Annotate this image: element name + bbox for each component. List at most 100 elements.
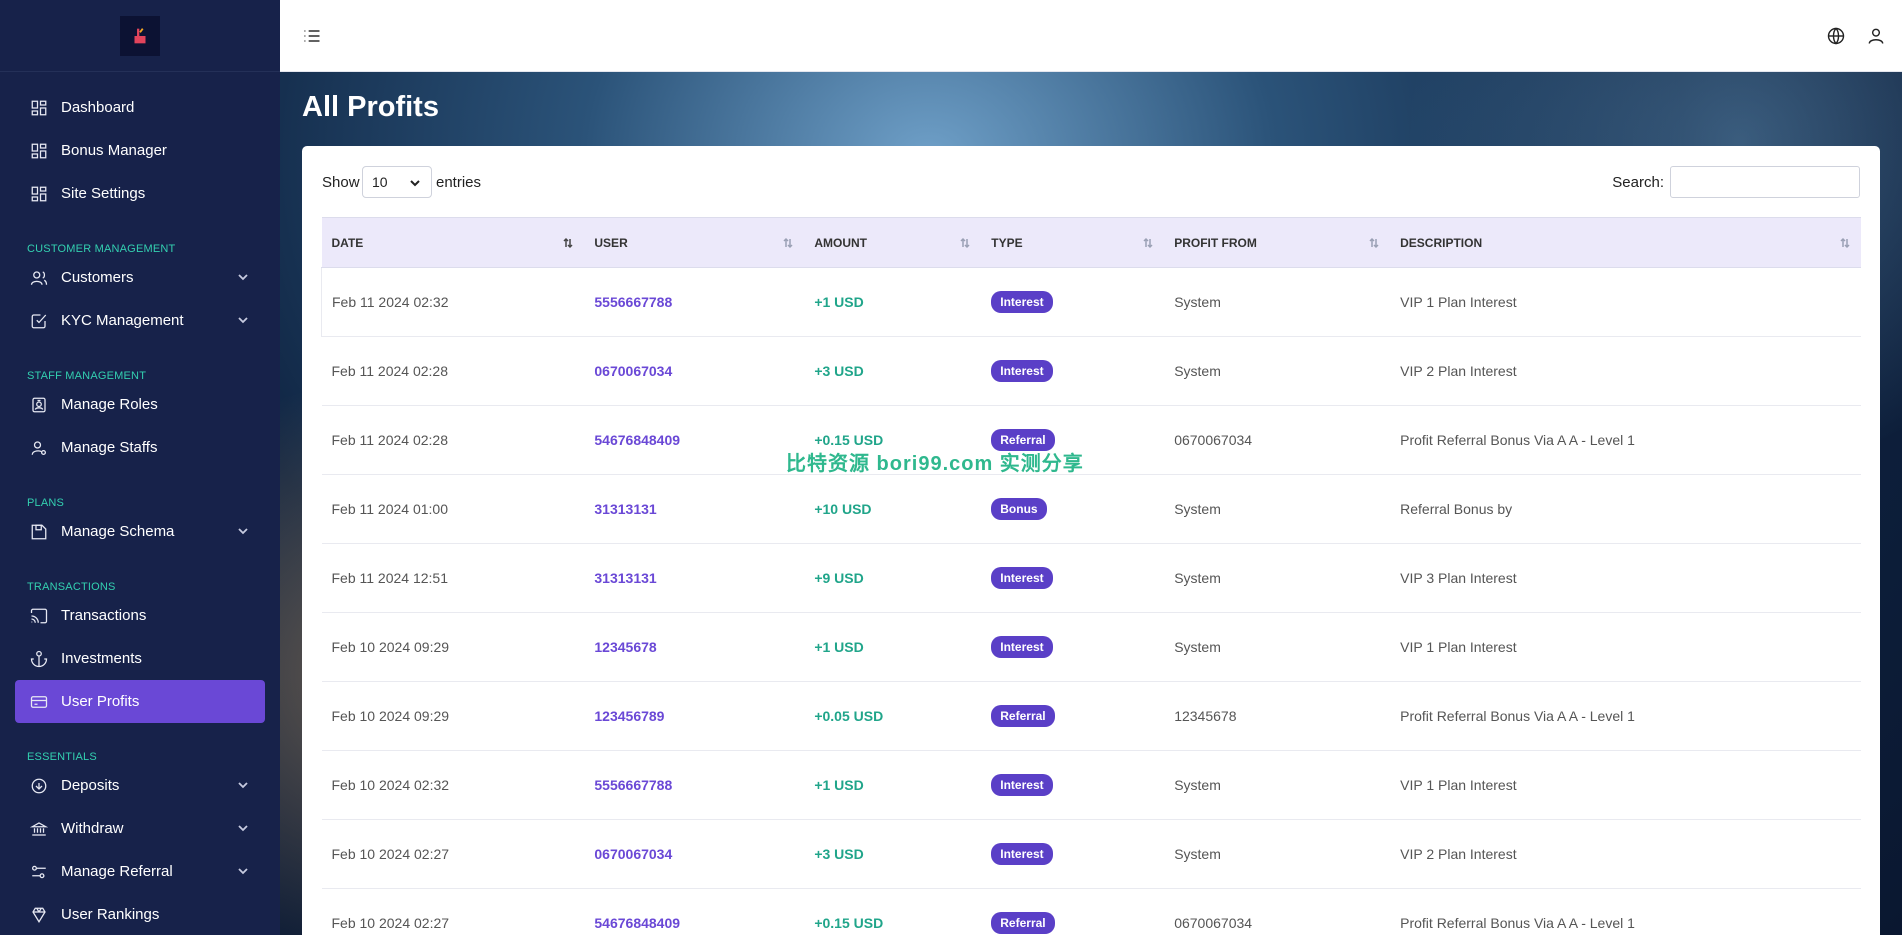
amount-cell: +10 USD [814,501,872,517]
type-badge: Interest [991,636,1053,658]
sidebar-item-label: Dashboard [61,99,135,116]
user-link[interactable]: 31313131 [584,475,804,544]
entries-select[interactable]: 10 [362,166,432,198]
award-icon-svg [32,907,46,923]
profile-button[interactable] [1866,26,1886,46]
type-badge: Interest [991,567,1053,589]
checkbox-icon-svg [31,313,47,328]
description-cell: VIP 1 Plan Interest [1400,294,1517,310]
user-link[interactable]: 31313131 [584,544,804,613]
user-link[interactable]: 12345678 [584,613,804,682]
sidebar-item-manage-referral[interactable]: Manage Referral [0,850,280,893]
sidebar-item-manage-roles[interactable]: Manage Roles [0,383,280,426]
sort-arrows-icon[interactable] [1142,237,1154,249]
dashboard-icon [30,185,48,203]
sidebar-item-transactions[interactable]: Transactions [0,594,280,637]
date-cell: Feb 11 2024 01:00 [331,501,449,517]
sidebar-item-investments[interactable]: Investments [0,637,280,680]
table-row: Feb 10 2024 02:27 54676848409 +0.15 USD Ref… [322,889,1862,935]
column-header-label: DATE [331,235,364,250]
table-row: Feb 11 2024 12:51 31313131 +9 USD Interest S… [321,544,1861,613]
dashboard-icon [30,142,48,160]
chevron-down-icon[interactable] [236,864,250,878]
logo[interactable] [120,15,160,56]
menu-toggle-button[interactable] [302,26,322,46]
users-icon-svg [30,270,48,285]
sidebar-item-label: Manage Referral [61,863,173,880]
type-badge: Bonus [991,498,1047,520]
column-header-profit-from[interactable]: PROFIT FROM [1164,217,1391,268]
sidebar-item-kyc-management[interactable]: KYC Management [0,299,280,342]
sidebar-item-manage-schema[interactable]: Manage Schema [0,510,280,553]
chevron-down-icon[interactable] [236,524,250,538]
user-link[interactable]: 123456789 [584,682,804,751]
list-menu-icon [304,30,320,42]
amount-cell: +3 USD [814,363,864,379]
anchor-icon-svg [30,650,48,667]
column-header-date[interactable]: DATE [321,217,585,268]
type-badge: Interest [991,360,1053,382]
type-cell: Interest [981,268,1164,337]
date-cell: Feb 10 2024 02:27 [331,915,450,931]
description-cell: VIP 1 Plan Interest [1400,777,1517,793]
column-header-type[interactable]: TYPE [981,217,1165,268]
id-badge-icon-svg [32,397,46,412]
search-input[interactable] [1670,166,1860,198]
sidebar-item-label: Withdraw [61,820,124,837]
user-link[interactable]: 0670067034 [584,337,804,406]
column-header-amount[interactable]: AMOUNT [804,217,982,268]
description-cell: VIP 1 Plan Interest [1400,639,1517,655]
logo-icon [134,27,146,43]
date-cell: Feb 10 2024 02:27 [331,846,450,862]
sort-arrows-icon[interactable] [1839,237,1851,249]
chevron-down-icon[interactable] [236,313,250,327]
profit-from-cell: 0670067034 [1174,432,1253,448]
watermark-text: 比特资源 bori99.com 实测分享 [786,453,1084,475]
type-cell: Referral [981,682,1164,751]
sidebar-item-user-rankings[interactable]: User Rankings [0,893,280,935]
chevron-down-icon[interactable] [236,778,250,792]
sort-arrows-icon[interactable] [1368,237,1380,249]
sidebar-item-dashboard[interactable]: Dashboard [0,86,280,129]
id-badge-icon [30,396,48,414]
user-link[interactable]: 5556667788 [584,751,804,820]
sidebar-item-label: User Profits [61,693,140,710]
arrow-down-circle-icon [30,777,48,795]
language-button[interactable] [1826,26,1846,46]
table-row: Feb 10 2024 02:32 5556667788 +1 USD Interes… [321,751,1861,820]
sort-arrows-icon[interactable] [782,237,794,249]
profits-table: DATE USER AMOUNT TYPE PROFIT FROM DESCRIPTION… [321,217,1861,935]
dashboard-icon [30,99,48,117]
user-icon [1868,28,1884,44]
user-link[interactable]: 0670067034 [584,820,804,889]
type-badge: Interest [991,843,1053,865]
cast-icon-svg [30,608,48,623]
user-link[interactable]: 54676848409 [584,406,804,475]
sort-arrows-icon[interactable] [959,237,971,249]
sidebar-item-manage-staffs[interactable]: Manage Staffs [0,426,280,469]
profit-from-cell: System [1174,846,1221,862]
type-badge: Referral [991,705,1055,727]
sidebar-item-label: Site Settings [61,185,146,202]
user-link[interactable]: 54676848409 [584,889,804,935]
sidebar-section-label: ESSENTIALS [27,751,97,763]
sidebar-item-user-profits[interactable]: User Profits [15,680,265,723]
sidebar-item-label: Manage Staffs [61,439,158,456]
user-link[interactable]: 5556667788 [584,268,804,337]
sidebar-item-deposits[interactable]: Deposits [0,764,280,807]
sort-arrows-icon[interactable] [562,237,574,249]
chevron-down-icon[interactable] [236,821,250,835]
column-header-description[interactable]: DESCRIPTION [1390,217,1861,268]
sidebar-item-label: KYC Management [61,312,184,329]
column-header-user[interactable]: USER [584,217,805,268]
table-row: Feb 10 2024 09:29 123456789 +0.05 USD Refer… [321,682,1861,751]
chevron-down-icon[interactable] [236,270,250,284]
sidebar-item-withdraw[interactable]: Withdraw [0,807,280,850]
sidebar-item-customers[interactable]: Customers [0,256,280,299]
sidebar-item-site-settings[interactable]: Site Settings [0,172,280,215]
profit-from-cell: 0670067034 [1174,915,1253,931]
sidebar-item-bonus-manager[interactable]: Bonus Manager [0,129,280,172]
save-icon-svg [31,524,47,539]
entries-select-value: 10 [372,174,388,190]
description-cell: Profit Referral Bonus Via A A - Level 1 [1400,432,1635,448]
